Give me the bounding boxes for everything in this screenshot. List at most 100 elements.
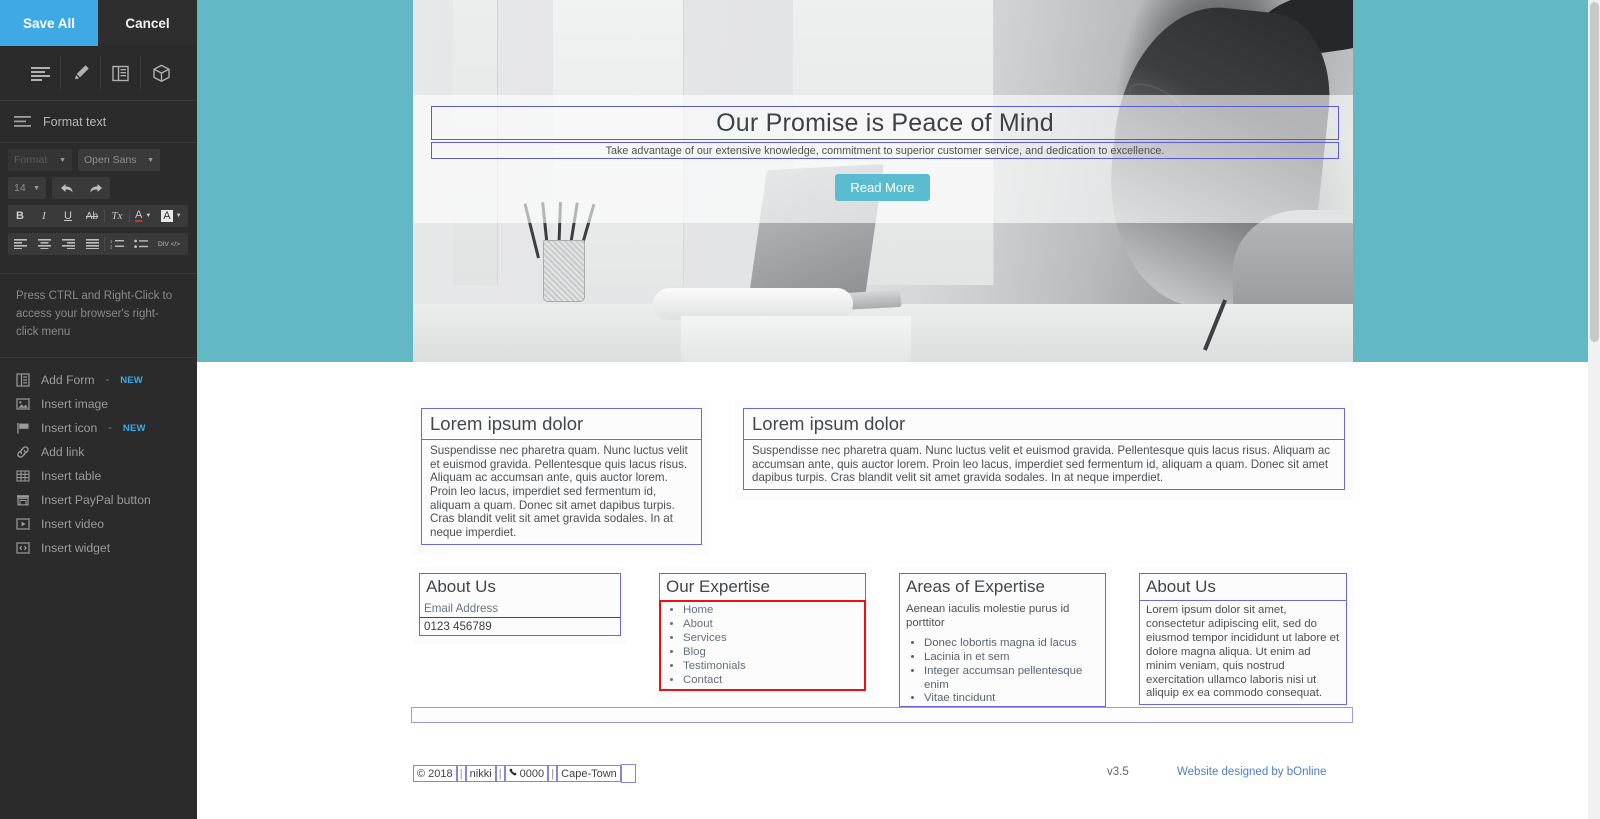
list-item[interactable]: Contact <box>683 674 864 688</box>
two-column-section: Lorem ipsum dolor Suspendisse nec pharet… <box>413 400 1353 555</box>
link-icon <box>16 445 30 459</box>
footer-column-areas-of-expertise: Areas of Expertise Aenean iaculis molest… <box>893 567 1112 716</box>
separator-1: | <box>456 765 466 782</box>
ordered-list-icon[interactable]: 12 <box>105 233 129 255</box>
list-item[interactable]: Blog <box>683 646 864 660</box>
hero-subheading-editable[interactable]: Take advantage of our extensive knowledg… <box>431 142 1339 159</box>
sidebar-item-insert-icon[interactable]: Insert icon - NEW <box>0 416 197 440</box>
font-family-select[interactable]: Open Sans ▼ <box>78 149 160 171</box>
list-item: Integer accumsan pellentesque enim <box>924 665 1105 693</box>
sidebar-item-label: Insert PayPal button <box>41 493 151 508</box>
paragraph-format-select[interactable]: Format ▼ <box>8 149 72 171</box>
expertise-link-list: Home About Services Blog Testimonials Co… <box>661 604 864 687</box>
hero-content: Our Promise is Peace of Mind Take advant… <box>413 0 1353 362</box>
sidebar-item-insert-paypal-button[interactable]: Insert PayPal button <box>0 488 197 512</box>
list-item[interactable]: Testimonials <box>683 660 864 674</box>
hero-heading-editable[interactable]: Our Promise is Peace of Mind <box>431 106 1339 140</box>
hero-heading: Our Promise is Peace of Mind <box>716 108 1054 137</box>
highlight-color-button[interactable]: A ▼ <box>156 205 186 227</box>
font-color-button[interactable]: A ▼ <box>130 205 156 227</box>
svg-text:1: 1 <box>110 239 113 244</box>
widget-code-icon <box>16 541 30 555</box>
vertical-scrollbar-thumb[interactable] <box>1590 2 1599 342</box>
clear-formatting-button[interactable]: Tx <box>105 205 129 227</box>
right-col-heading-box[interactable]: Lorem ipsum dolor <box>743 408 1345 440</box>
empty-editable-cell[interactable] <box>620 764 636 783</box>
right-col-heading: Lorem ipsum dolor <box>752 413 906 434</box>
code-div-button[interactable]: DIV </> <box>153 233 185 255</box>
text-lines-icon[interactable] <box>21 56 61 90</box>
vertical-scrollbar-track[interactable] <box>1588 0 1600 819</box>
list-item[interactable]: Services <box>683 632 864 646</box>
about-us-box[interactable]: About Us Email Address 0123 456789 <box>419 573 621 636</box>
align-center-icon[interactable] <box>32 233 56 255</box>
badge-dash: - <box>105 374 110 387</box>
paragraph-format-value: Format <box>14 154 48 166</box>
empty-wide-editable-strip[interactable] <box>411 707 1353 723</box>
areas-of-expertise-intro: Aenean iaculis molestie purus id porttit… <box>906 603 1070 629</box>
left-col-body: Suspendisse nec pharetra quam. Nunc luct… <box>430 444 688 540</box>
left-col-heading-box[interactable]: Lorem ipsum dolor <box>421 408 702 440</box>
sidebar-item-insert-widget[interactable]: Insert widget <box>0 536 197 560</box>
editor-screen: Save All Cancel Format text Format ▼ Ope… <box>0 0 1600 819</box>
table-icon <box>16 469 30 483</box>
sidebar-item-label: Add Form <box>41 373 95 388</box>
list-item[interactable]: Home <box>683 604 864 618</box>
left-col-body-box[interactable]: Suspendisse nec pharetra quam. Nunc luct… <box>421 440 702 545</box>
our-expertise-link-list-selected[interactable]: Home About Services Blog Testimonials Co… <box>659 600 866 692</box>
list-item[interactable]: About <box>683 618 864 632</box>
text-lines-icon <box>14 116 31 127</box>
about-us-2-body-box[interactable]: Lorem ipsum dolor sit amet, consectetur … <box>1139 600 1347 706</box>
sidebar-item-add-form[interactable]: Add Form - NEW <box>0 368 197 392</box>
undo-arrow-icon[interactable] <box>55 177 79 199</box>
copyright-line: © 2018 | nikki | 0000 | Cape-Town <box>413 764 636 783</box>
sidebar-item-insert-table[interactable]: Insert table <box>0 464 197 488</box>
right-col-body-box[interactable]: Suspendisse nec pharetra quam. Nunc luct… <box>743 440 1345 491</box>
read-more-button[interactable]: Read More <box>835 174 930 201</box>
list-item: Donec lobortis magna id lacus <box>924 637 1105 651</box>
unordered-list-icon[interactable] <box>129 233 153 255</box>
our-expertise-heading: Our Expertise <box>666 577 770 596</box>
areas-of-expertise-heading: Areas of Expertise <box>906 577 1045 596</box>
about-us-heading: About Us <box>426 577 496 596</box>
list-item: Lacinia in et sem <box>924 651 1105 665</box>
left-col-heading: Lorem ipsum dolor <box>430 413 584 434</box>
copyright-year[interactable]: © 2018 <box>413 765 457 782</box>
cancel-button[interactable]: Cancel <box>98 0 197 46</box>
sidebar-item-label: Insert image <box>41 397 109 412</box>
flag-icon <box>16 421 30 435</box>
align-right-icon[interactable] <box>56 233 80 255</box>
city-name[interactable]: Cape-Town <box>557 765 621 782</box>
designer-credit-link[interactable]: Website designed by bOnline <box>1177 766 1326 778</box>
email-address-field[interactable]: Email Address <box>420 600 620 618</box>
company-name[interactable]: nikki <box>465 765 496 782</box>
sidebar-item-insert-image[interactable]: Insert image <box>0 392 197 416</box>
our-expertise-heading-box[interactable]: Our Expertise <box>659 573 866 600</box>
about-us-2-body: Lorem ipsum dolor sit amet, consectetur … <box>1146 604 1340 700</box>
underline-button[interactable]: U <box>56 205 80 227</box>
align-justify-icon[interactable] <box>80 233 104 255</box>
footer-columns-section: About Us Email Address 0123 456789 Our E… <box>413 567 1353 716</box>
footer-column-about-us: About Us Email Address 0123 456789 <box>413 567 627 644</box>
areas-of-expertise-list: Donec lobortis magna id lacus Lacinia in… <box>900 637 1105 707</box>
sidebar-item-add-link[interactable]: Add link <box>0 440 197 464</box>
redo-arrow-icon[interactable] <box>84 177 108 199</box>
areas-of-expertise-box[interactable]: Areas of Expertise Aenean iaculis molest… <box>899 573 1106 708</box>
pencil-icon[interactable] <box>61 56 101 90</box>
badge-dash: - <box>108 422 112 435</box>
box-3d-icon[interactable] <box>141 56 181 90</box>
phone-cell[interactable]: 0000 <box>504 765 549 782</box>
phone-number-field[interactable]: 0123 456789 <box>420 618 620 635</box>
about-us-2-heading-box[interactable]: About Us <box>1139 573 1347 600</box>
bold-button[interactable]: B <box>8 205 32 227</box>
font-size-select[interactable]: 14 ▼ <box>8 177 46 199</box>
italic-button[interactable]: I <box>32 205 56 227</box>
strikethrough-button[interactable]: Ab <box>80 205 104 227</box>
sidebar-item-insert-video[interactable]: Insert video <box>0 512 197 536</box>
format-text-section-header: Format text <box>0 101 197 143</box>
save-all-button[interactable]: Save All <box>0 0 98 46</box>
paypal-icon <box>16 493 30 507</box>
align-left-icon[interactable] <box>8 233 32 255</box>
layout-columns-icon[interactable] <box>101 56 141 90</box>
sidebar-item-label: Add link <box>41 445 85 460</box>
